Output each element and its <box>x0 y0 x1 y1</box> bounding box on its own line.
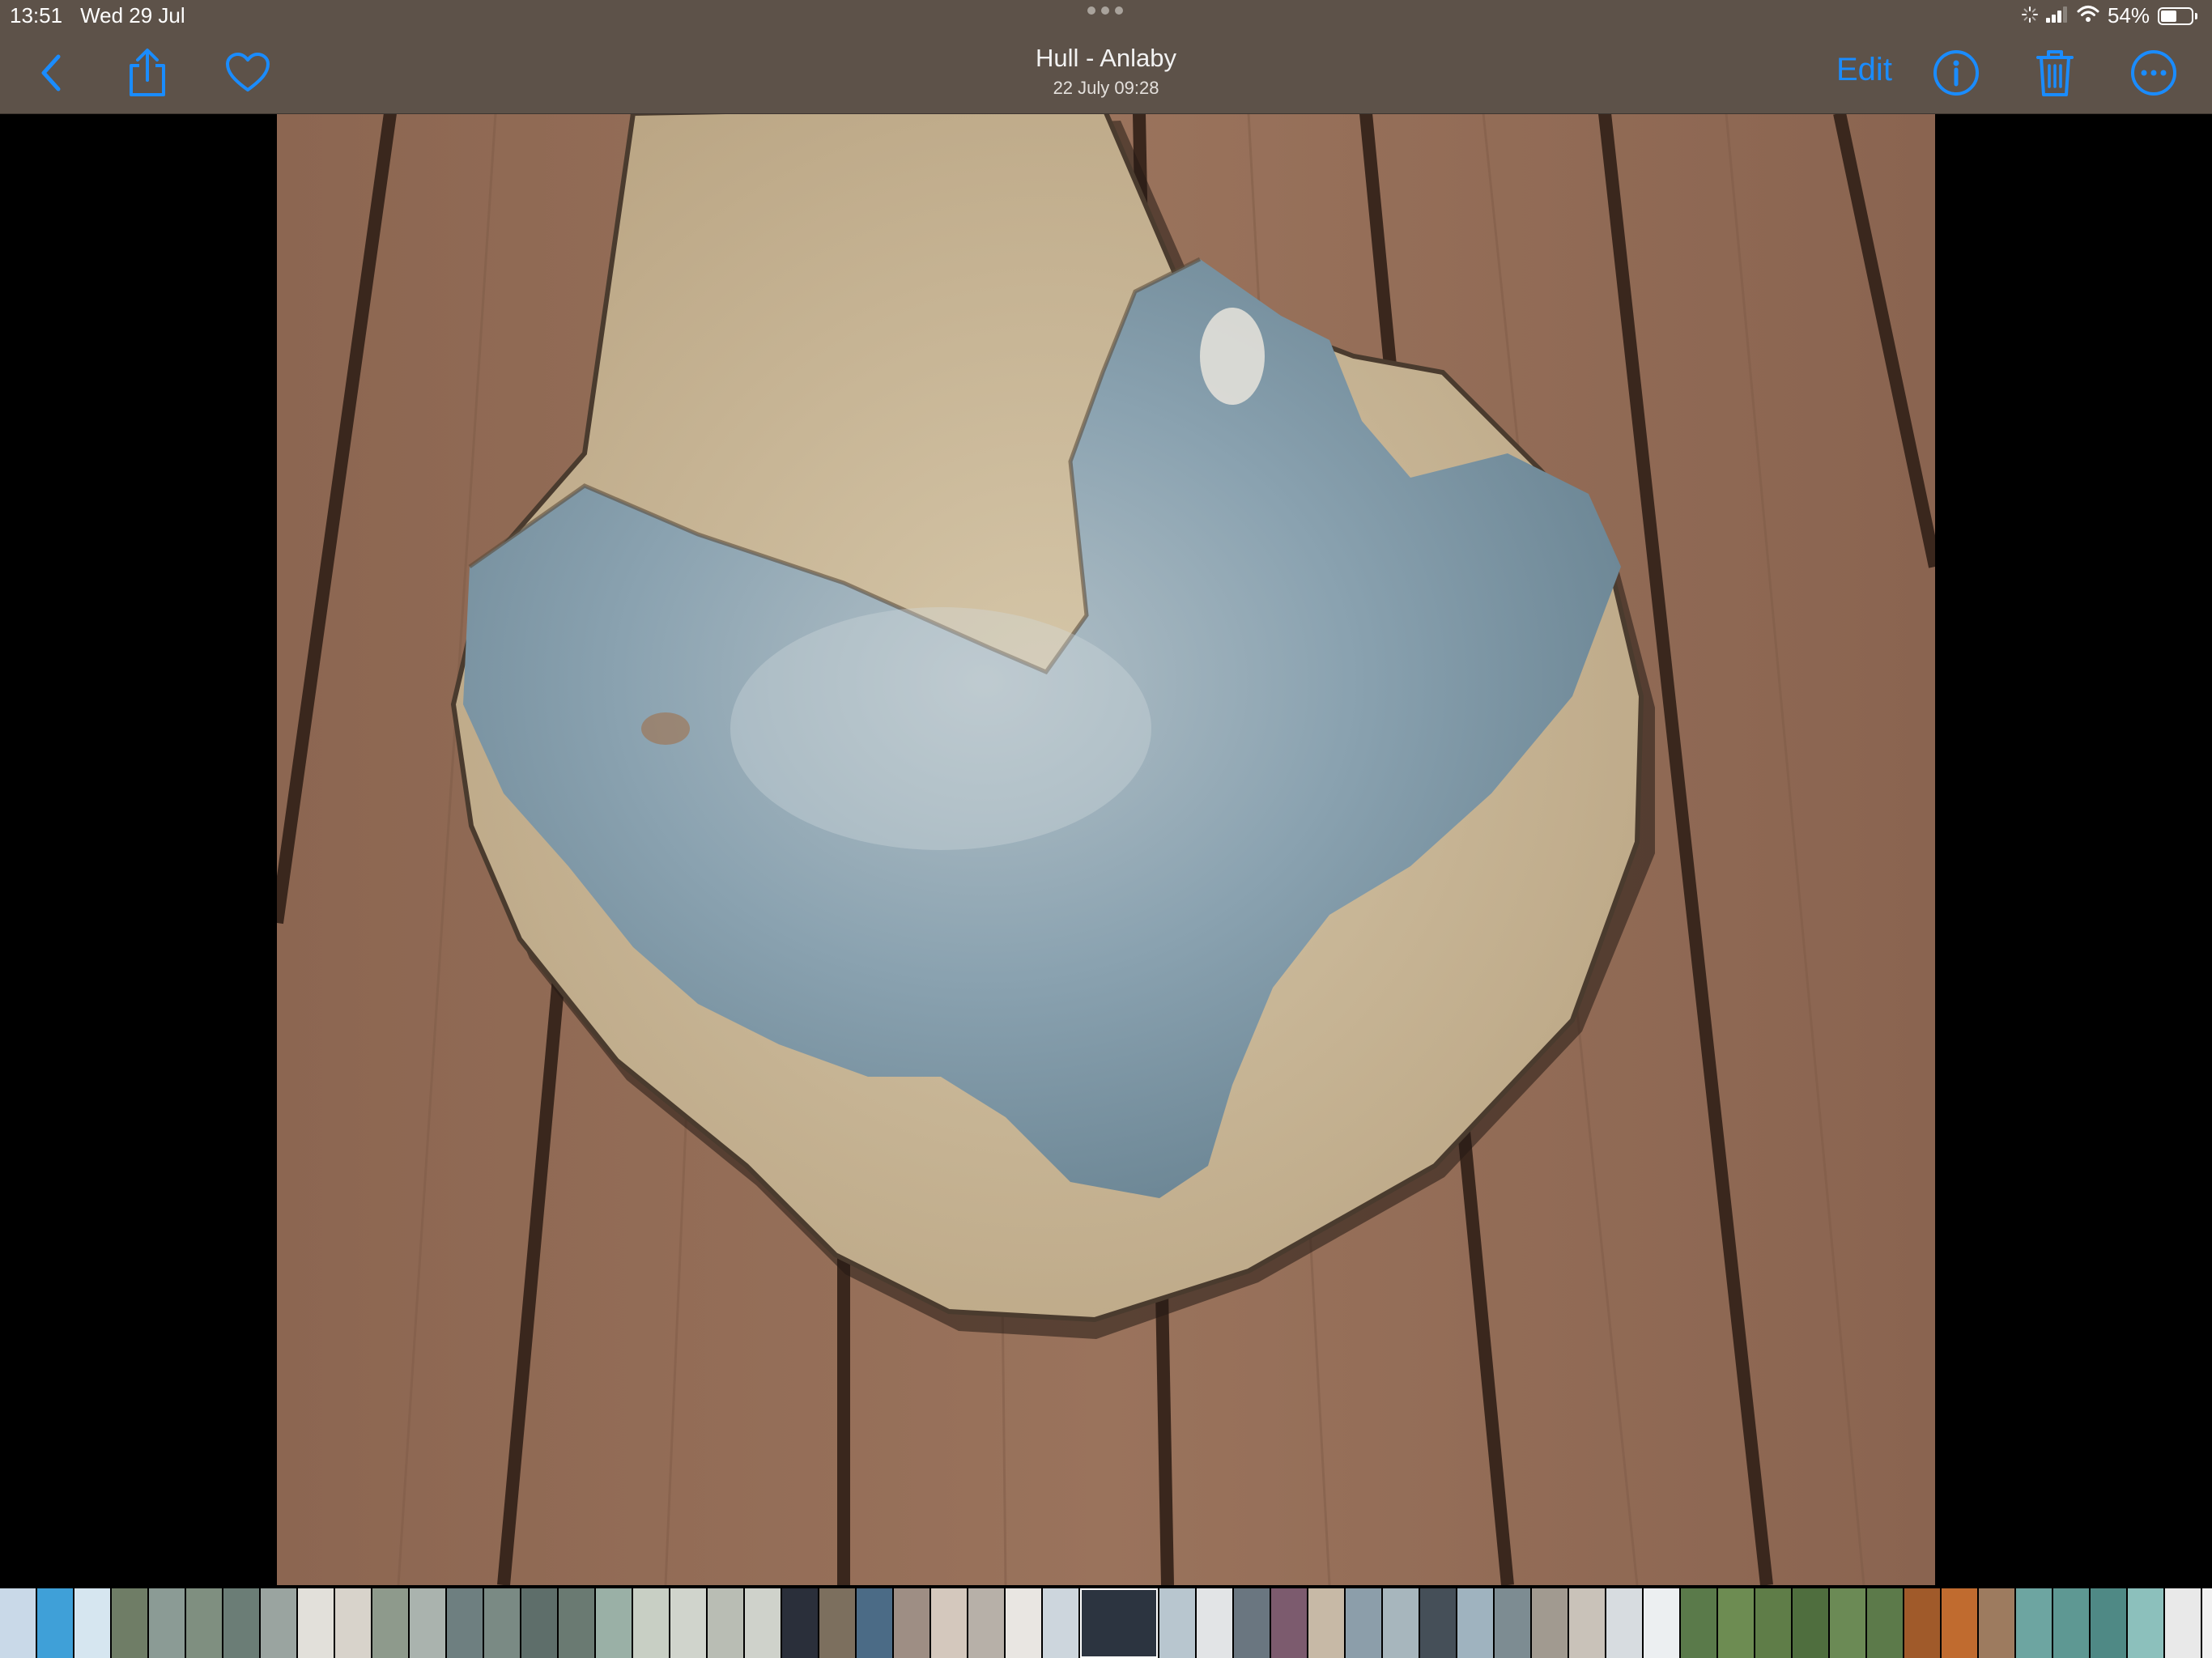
filmstrip-thumb[interactable] <box>745 1588 781 1658</box>
share-icon <box>130 49 165 96</box>
filmstrip-thumb[interactable] <box>1867 1588 1903 1658</box>
filmstrip-thumb[interactable] <box>1043 1588 1078 1658</box>
info-button[interactable] <box>1930 47 1982 99</box>
filmstrip-thumb[interactable] <box>1904 1588 1940 1658</box>
filmstrip-thumb[interactable] <box>633 1588 669 1658</box>
filmstrip-thumb[interactable] <box>1569 1588 1605 1658</box>
filmstrip-thumb[interactable] <box>2128 1588 2163 1658</box>
battery-fill <box>2161 10 2176 22</box>
photo-nav-bar: Hull - Anlaby 22 July 09:28 Edit <box>0 32 2212 114</box>
filmstrip-thumb[interactable] <box>1234 1588 1270 1658</box>
filmstrip-thumb[interactable] <box>261 1588 296 1658</box>
heart-icon <box>226 53 270 91</box>
photo-date-subtitle: 22 July 09:28 <box>1053 78 1159 98</box>
filmstrip-thumb[interactable] <box>1457 1588 1493 1658</box>
filmstrip-thumb[interactable] <box>1159 1588 1195 1658</box>
edit-button[interactable]: Edit <box>1836 52 1892 88</box>
filmstrip-thumb[interactable] <box>1718 1588 1754 1658</box>
filmstrip-thumb[interactable] <box>1830 1588 1865 1658</box>
info-icon <box>1933 50 1979 96</box>
filmstrip-thumb[interactable] <box>1271 1588 1307 1658</box>
filmstrip-thumb[interactable] <box>1532 1588 1568 1658</box>
filmstrip-thumb[interactable] <box>1942 1588 1977 1658</box>
status-bar: 13:51 Wed 29 Jul 54% <box>0 0 2212 32</box>
filmstrip-thumb[interactable] <box>1793 1588 1828 1658</box>
filmstrip-thumb[interactable] <box>931 1588 967 1658</box>
battery-cap <box>2195 12 2197 19</box>
more-button[interactable] <box>2128 47 2180 99</box>
photo-filmstrip[interactable] <box>0 1588 2212 1658</box>
photo-title-block: Hull - Anlaby 22 July 09:28 <box>944 44 1268 99</box>
filmstrip-thumb[interactable] <box>1006 1588 1041 1658</box>
status-date: Wed 29 Jul <box>80 3 185 28</box>
battery-icon <box>2158 6 2193 25</box>
filmstrip-thumb[interactable] <box>2016 1588 2052 1658</box>
filmstrip-thumb[interactable] <box>1681 1588 1716 1658</box>
filmstrip-thumb[interactable] <box>596 1588 632 1658</box>
filmstrip-thumb[interactable] <box>782 1588 818 1658</box>
filmstrip-thumb[interactable] <box>298 1588 334 1658</box>
filmstrip-thumb[interactable] <box>708 1588 743 1658</box>
status-right: 54% <box>2021 3 2197 28</box>
back-button[interactable] <box>26 47 78 99</box>
filmstrip-thumb[interactable] <box>1383 1588 1419 1658</box>
photo-viewer[interactable] <box>277 113 1935 1585</box>
filmstrip-thumb[interactable] <box>1346 1588 1381 1658</box>
filmstrip-thumb-current[interactable] <box>1080 1588 1158 1658</box>
filmstrip-thumb[interactable] <box>968 1588 1004 1658</box>
filmstrip-thumb[interactable] <box>37 1588 73 1658</box>
filmstrip-thumb[interactable] <box>857 1588 892 1658</box>
status-time: 13:51 <box>10 3 63 28</box>
filmstrip-thumb[interactable] <box>521 1588 557 1658</box>
filmstrip-thumb[interactable] <box>149 1588 185 1658</box>
glaze-highlight <box>1200 308 1265 405</box>
more-icon <box>2131 50 2176 96</box>
back-chevron-icon <box>41 54 61 91</box>
filmstrip-thumb[interactable] <box>1495 1588 1530 1658</box>
share-button[interactable] <box>121 47 173 99</box>
filmstrip-thumb[interactable] <box>1979 1588 2014 1658</box>
filmstrip-thumb[interactable] <box>670 1588 706 1658</box>
filmstrip-thumb[interactable] <box>186 1588 222 1658</box>
filmstrip-thumb[interactable] <box>372 1588 408 1658</box>
filmstrip-thumb[interactable] <box>335 1588 371 1658</box>
filmstrip-thumb[interactable] <box>1644 1588 1679 1658</box>
filmstrip-thumb[interactable] <box>1755 1588 1791 1658</box>
filmstrip-thumb[interactable] <box>0 1588 36 1658</box>
filmstrip-thumb[interactable] <box>74 1588 110 1658</box>
filmstrip-thumb[interactable] <box>112 1588 147 1658</box>
signal-icon <box>2045 3 2069 28</box>
filmstrip-thumb[interactable] <box>819 1588 855 1658</box>
filmstrip-thumb[interactable] <box>2165 1588 2201 1658</box>
glaze-highlight-2 <box>730 607 1151 850</box>
ceramic-platter-photo <box>277 113 1935 1585</box>
loading-icon <box>2021 3 2038 28</box>
battery-percent: 54% <box>2107 3 2150 28</box>
filmstrip-thumb[interactable] <box>894 1588 929 1658</box>
filmstrip-thumb[interactable] <box>484 1588 520 1658</box>
filmstrip-thumb[interactable] <box>559 1588 594 1658</box>
favorite-button[interactable] <box>222 47 274 99</box>
status-left: 13:51 Wed 29 Jul <box>10 3 185 28</box>
filmstrip-thumb[interactable] <box>1606 1588 1642 1658</box>
filmstrip-thumb[interactable] <box>2202 1588 2212 1658</box>
delete-button[interactable] <box>2029 47 2081 99</box>
multitasking-dots-icon[interactable] <box>1087 6 1123 15</box>
photo-location-title: Hull - Anlaby <box>1035 44 1177 72</box>
filmstrip-thumb[interactable] <box>2053 1588 2089 1658</box>
trash-icon <box>2036 50 2074 96</box>
filmstrip-thumb[interactable] <box>447 1588 483 1658</box>
filmstrip-thumb[interactable] <box>223 1588 259 1658</box>
glaze-rust-spot <box>641 712 690 745</box>
filmstrip-thumb[interactable] <box>410 1588 445 1658</box>
filmstrip-thumb[interactable] <box>1308 1588 1344 1658</box>
filmstrip-thumb[interactable] <box>1197 1588 1232 1658</box>
filmstrip-thumb[interactable] <box>2091 1588 2126 1658</box>
wifi-icon <box>2077 3 2099 28</box>
filmstrip-thumb[interactable] <box>1420 1588 1456 1658</box>
